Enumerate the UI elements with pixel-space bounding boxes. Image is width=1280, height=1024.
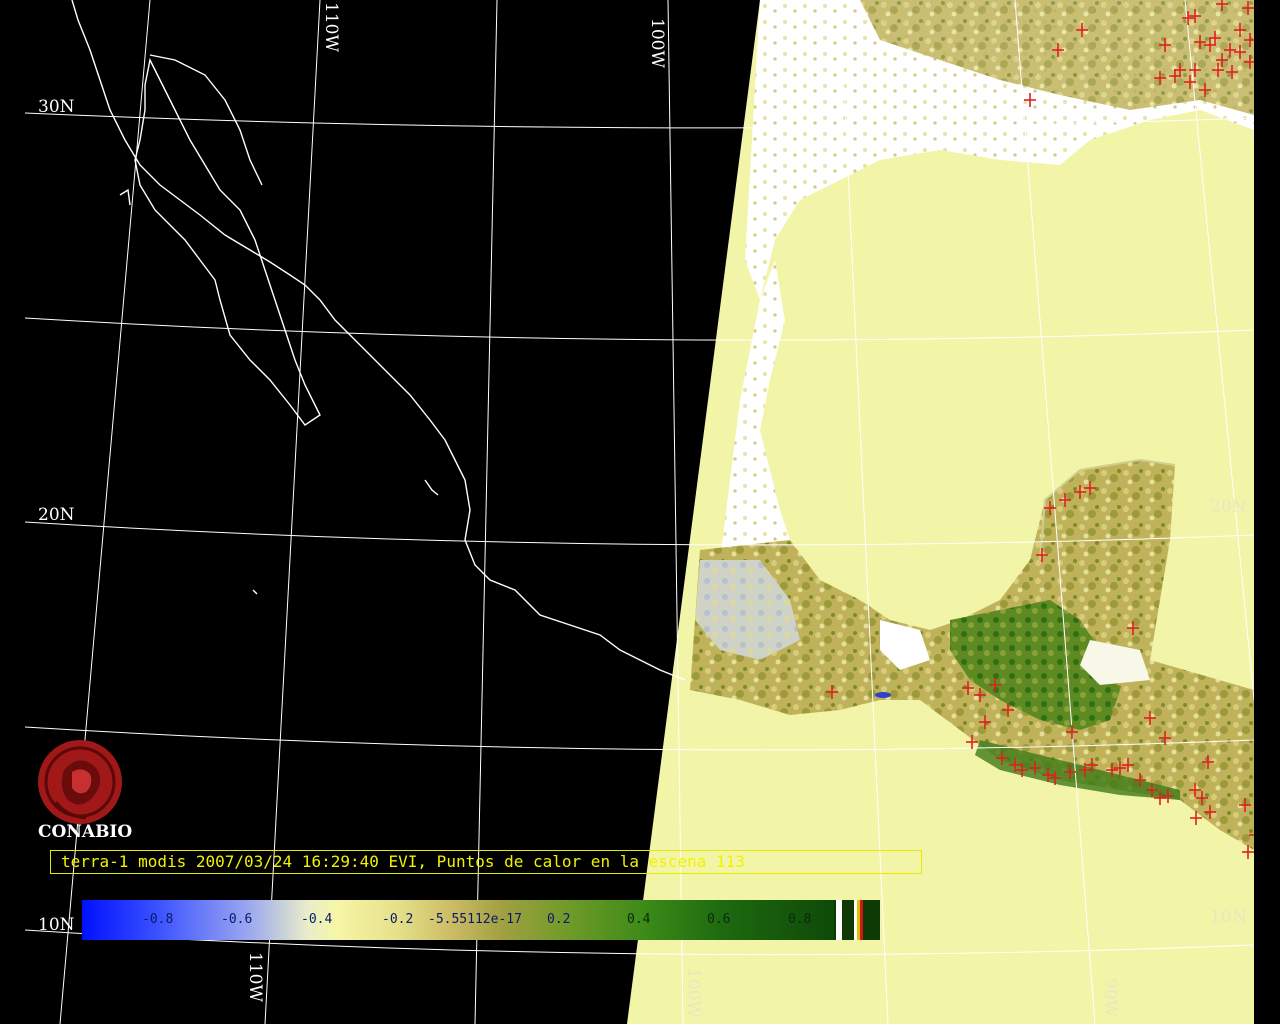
lat-label-20n: 20N — [38, 505, 75, 525]
conabio-label: CONABIO — [38, 822, 133, 842]
colorbar-label: 0.2 — [547, 912, 571, 927]
colorbar-marker-white — [836, 900, 842, 940]
lat-label-30n: 30N — [38, 97, 75, 117]
colorbar-label: -0.2 — [382, 912, 414, 927]
lat-label-10n: 10N — [38, 915, 75, 935]
evi-colorbar: -0.8 -0.6 -0.4 -0.2 -5.55112e-17 0.2 0.4… — [82, 900, 880, 940]
lon-label-90w-bottom: 90W — [1100, 978, 1120, 1018]
colorbar-label: -0.8 — [142, 912, 174, 927]
lagoon — [875, 692, 891, 698]
lon-label-110w-bottom: 110W — [245, 952, 265, 1002]
scene-caption: terra-1 modis 2007/03/24 16:29:40 EVI, P… — [50, 850, 922, 874]
lon-label-100w-bottom: 100W — [683, 968, 703, 1018]
colorbar-label: 0.4 — [627, 912, 651, 927]
right-border — [1254, 0, 1280, 1024]
colorbar-label: -5.55112e-17 — [428, 912, 522, 927]
lon-label-100w-top: 100W — [647, 18, 667, 68]
colorbar-label: 0.6 — [707, 912, 731, 927]
lon-label-110w-top: 110W — [321, 2, 341, 52]
lat-label-10n-right: 10N — [1210, 907, 1247, 927]
colorbar-label: 0.8 — [788, 912, 812, 927]
colorbar-label: -0.6 — [221, 912, 253, 927]
lat-label-20n-right: 20N — [1210, 497, 1247, 517]
colorbar-marker-red — [860, 900, 863, 940]
colorbar-label: -0.4 — [301, 912, 333, 927]
